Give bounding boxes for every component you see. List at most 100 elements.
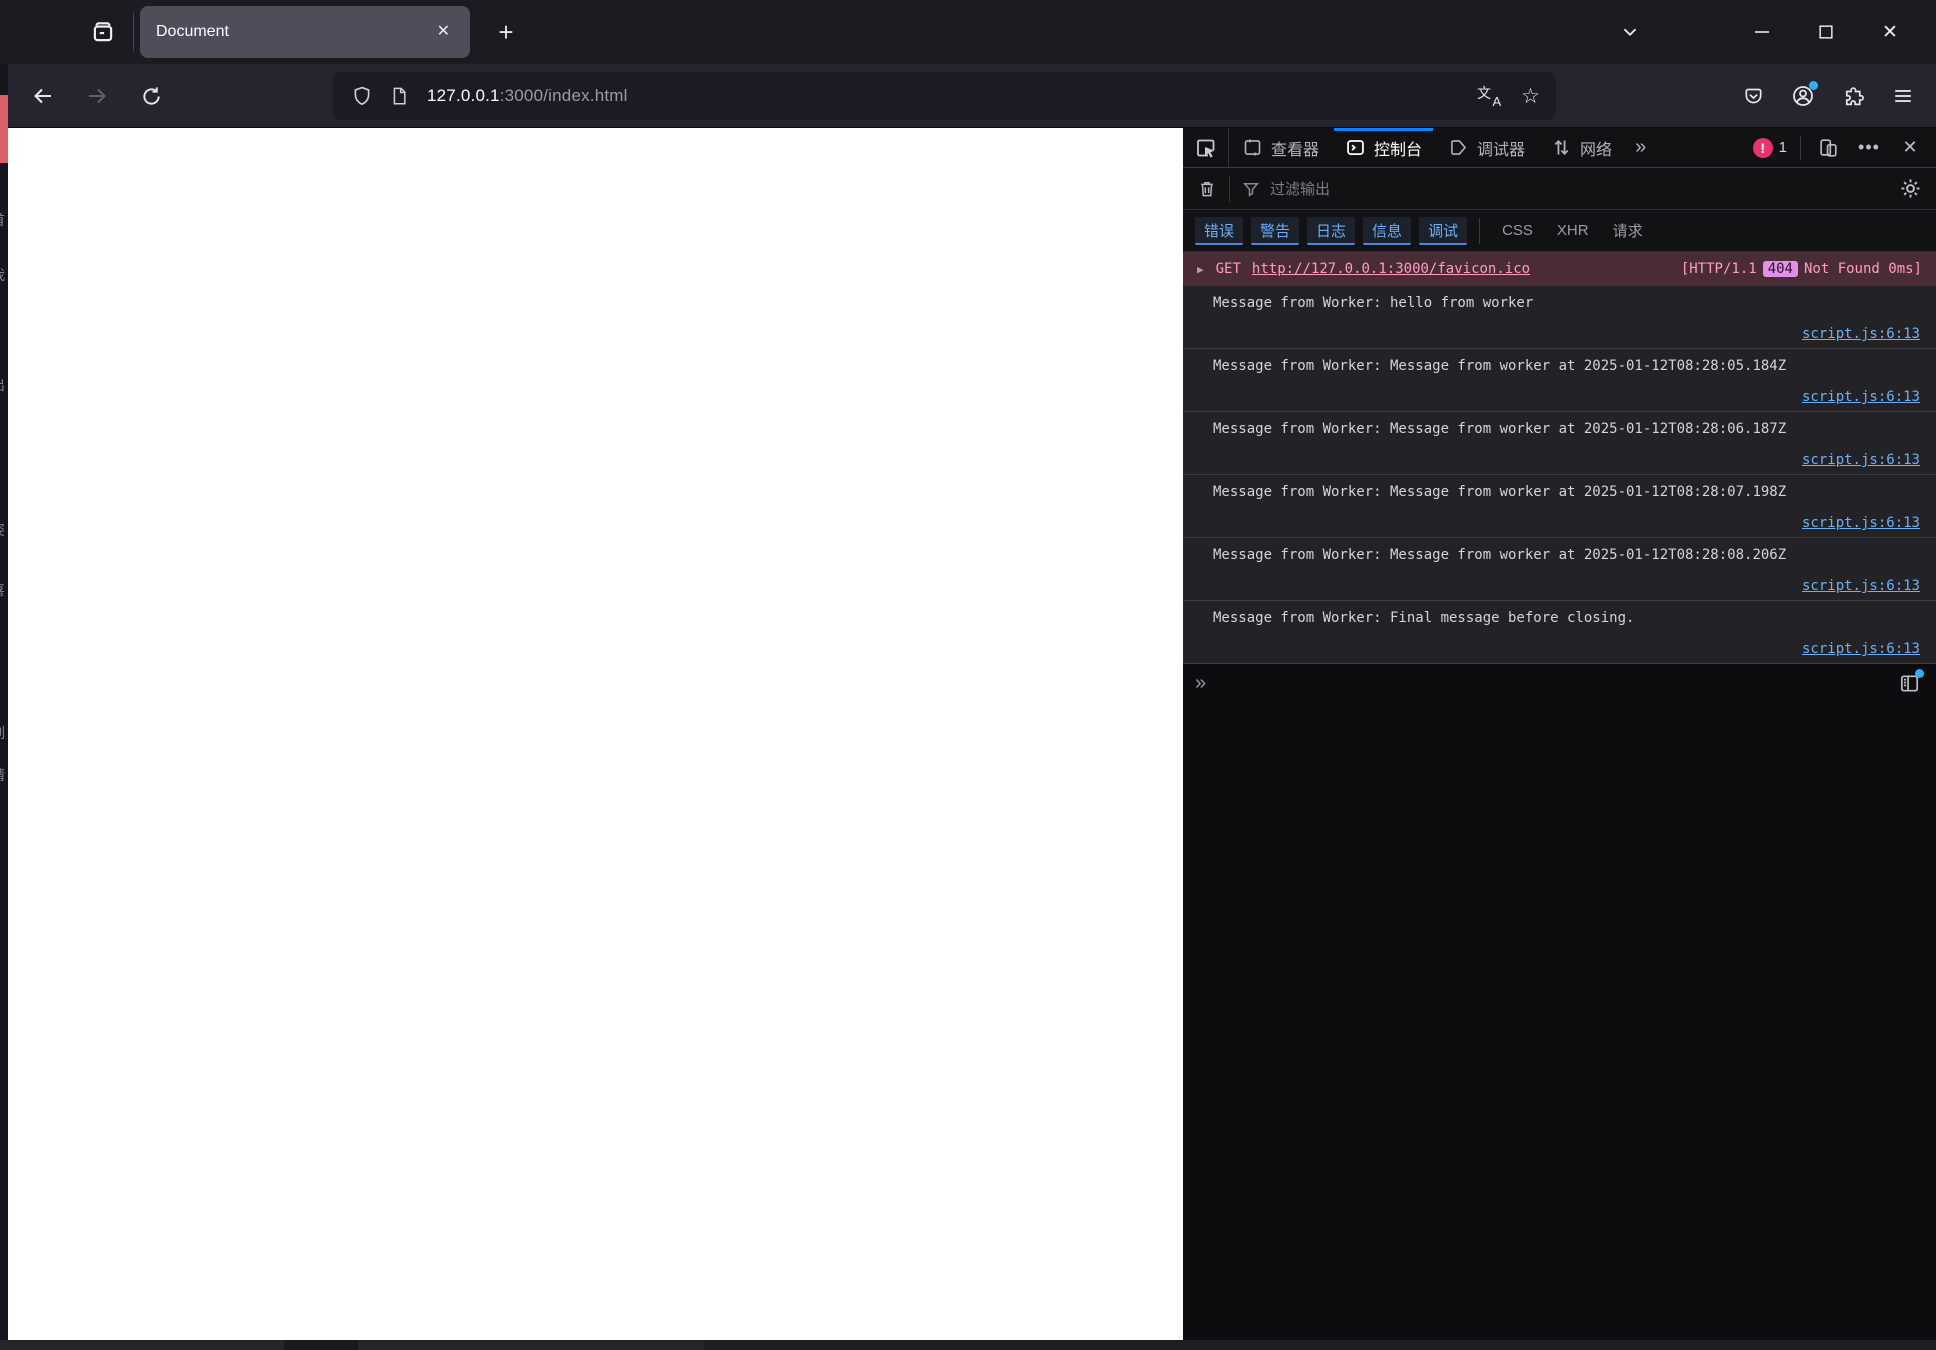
console-filter-level-button[interactable]: 信息 [1363,216,1412,245]
reload-icon [140,85,163,108]
request-url-link[interactable]: http://127.0.0.1:3000/favicon.ico [1252,261,1530,277]
taskbar-segment [358,1340,704,1350]
error-circle-icon: ! [1752,137,1773,158]
sliver-text-fragment: 1 [0,1012,8,1028]
account-notification-dot [1809,81,1818,90]
reload-button[interactable] [132,77,170,115]
maximize-icon [1817,23,1835,41]
clear-console-button[interactable] [1197,178,1217,200]
page-viewport[interactable] [8,128,1183,1340]
console-message-row: Message from Worker: hello from worker s… [1183,286,1936,349]
console-output: Message from Worker: hello from worker s… [1183,286,1936,664]
firefox-view-button[interactable] [84,13,122,51]
devtools-close-button[interactable]: ✕ [1896,134,1924,162]
bookmark-star-icon[interactable]: ☆ [1521,86,1540,107]
console-source-link[interactable]: script.js:6:13 [1802,389,1920,405]
split-console-toggle-button[interactable] [1894,668,1924,698]
console-message-row: Message from Worker: Message from worker… [1183,349,1936,412]
element-picker-button[interactable] [1183,128,1229,167]
close-window-button[interactable]: ✕ [1858,0,1922,64]
console-filter-bar: 过滤输出 [1183,168,1936,210]
console-source-link[interactable]: script.js:6:13 [1802,452,1920,468]
console-prompt-icon: » [1195,672,1207,694]
console-source-link[interactable]: script.js:6:13 [1802,515,1920,531]
page-info-icon[interactable] [389,85,409,107]
console-message-text: Message from Worker: Message from worker… [1213,358,1787,374]
bottom-taskbar-sliver [0,1340,1936,1350]
debugger-icon [1448,137,1469,158]
status-code-badge: 404 [1762,261,1798,277]
console-filter-level-button[interactable]: 日志 [1307,216,1356,245]
console-filter-levels: 错误 警告 日志 信息 调试 CSS XHR 请求 [1183,210,1936,252]
responsive-design-mode-button[interactable] [1814,134,1842,162]
tab-document[interactable]: Document ✕ [140,6,470,58]
inspector-icon [1242,137,1263,158]
console-message-row: Message from Worker: Message from worker… [1183,538,1936,601]
console-message-text: Message from Worker: hello from worker [1213,295,1534,311]
toolbar-separator [1800,135,1801,160]
sliver-red-block [0,95,8,163]
url-bar[interactable]: 127.0.0.1:3000/index.html 文A ☆ [333,72,1556,120]
filter-separator [1479,217,1481,244]
back-icon [31,84,55,108]
firefox-view-icon [90,19,116,45]
console-source-link[interactable]: script.js:6:13 [1802,578,1920,594]
minimize-button[interactable] [1730,0,1794,64]
more-tabs-button[interactable]: » [1625,128,1656,167]
forward-button[interactable] [78,77,116,115]
sliver-text-fragment: C [0,660,8,676]
chevron-down-icon [1619,21,1641,43]
console-icon [1345,137,1366,158]
console-input-row[interactable]: » [1183,664,1936,702]
console-filter-type-button[interactable]: CSS [1502,220,1533,241]
network-error-row[interactable]: ▶ GET http://127.0.0.1:3000/favicon.ico … [1183,252,1936,286]
console-message-row: Message from Worker: Message from worker… [1183,412,1936,475]
new-tab-button[interactable]: + [488,14,524,50]
console-message-row: Message from Worker: Message from worker… [1183,475,1936,538]
devtools-tab-console[interactable]: 控制台 [1332,128,1435,167]
response-protocol: [HTTP/1.1 [1680,261,1757,277]
pocket-button[interactable] [1734,77,1772,115]
sliver-text-fragment: 7 [0,1040,8,1056]
taskbar-segment [284,1340,358,1350]
console-message-row: Message from Worker: Final message befor… [1183,601,1936,664]
console-source-link[interactable]: script.js:6:13 [1802,326,1920,342]
devtools-tab-debugger[interactable]: 调试器 [1435,128,1538,167]
tracking-protection-shield-icon[interactable] [351,85,373,107]
console-message-text: Message from Worker: Message from worker… [1213,547,1787,563]
account-button[interactable] [1784,77,1822,115]
console-filter-level-button[interactable]: 警告 [1251,216,1300,245]
devtools-tab-network[interactable]: 网络 [1538,128,1625,167]
url-text[interactable]: 127.0.0.1:3000/index.html [427,86,628,106]
tab-separator [133,13,134,51]
error-count-badge[interactable]: ! 1 [1752,137,1787,158]
tab-close-icon[interactable]: ✕ [433,20,454,44]
filter-funnel-icon [1242,180,1260,198]
translate-icon[interactable]: 文A [1477,85,1501,109]
devtools-tab-label: 调试器 [1477,141,1526,159]
list-tabs-button[interactable] [1612,14,1648,50]
filter-output-input[interactable]: 过滤输出 [1270,178,1330,199]
console-source-link[interactable]: script.js:6:13 [1802,641,1920,657]
sliver-text-fragment: 喜 [0,580,8,600]
back-button[interactable] [24,77,62,115]
console-filter-level-button[interactable]: 调试 [1419,216,1468,245]
console-filter-type-button[interactable]: 请求 [1613,220,1643,241]
sliver-text-fragment: 出 [0,375,8,395]
maximize-button[interactable] [1794,0,1858,64]
extensions-button[interactable] [1834,77,1872,115]
sliver-text-fragment: 首 [0,210,8,230]
sliver-text-fragment: 9 [0,320,8,336]
navigation-toolbar: 127.0.0.1:3000/index.html 文A ☆ [0,64,1936,128]
background-window-sliver: 首我 9 出姿喜 C 列请 1 7 [0,64,8,1340]
console-filter-type-button[interactable]: XHR [1557,220,1589,241]
console-filter-level-button[interactable]: 错误 [1195,216,1244,245]
devtools-menu-button[interactable]: ••• [1855,134,1883,162]
menu-button[interactable] [1884,77,1922,115]
devtools-tab-inspector[interactable]: 查看器 [1229,128,1332,167]
console-settings-gear-icon[interactable] [1899,177,1922,200]
expand-caret-icon[interactable]: ▶ [1197,263,1204,276]
forward-icon [85,84,109,108]
split-console-notification-dot [1915,669,1924,678]
tab-title: Document [156,23,229,40]
